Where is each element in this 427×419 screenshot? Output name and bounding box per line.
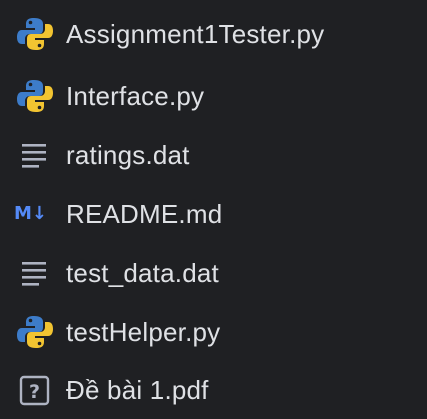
python-icon bbox=[14, 75, 56, 117]
file-name: testHelper.py bbox=[66, 317, 221, 347]
file-name: Interface.py bbox=[66, 81, 205, 111]
file-item-de-bai-pdf[interactable]: ? Đề bài 1.pdf bbox=[0, 361, 427, 419]
unknown-file-glyph: ? bbox=[29, 381, 40, 403]
file-name: Đề bài 1.pdf bbox=[66, 375, 209, 405]
file-name: test_data.dat bbox=[66, 258, 219, 288]
python-icon bbox=[14, 311, 56, 353]
project-file-list: Assignment1Tester.py Interface.py rating… bbox=[0, 0, 427, 412]
file-item-ratings[interactable]: ratings.dat bbox=[0, 126, 427, 184]
file-item-interface[interactable]: Interface.py bbox=[0, 67, 427, 125]
markdown-icon: M↓ bbox=[14, 203, 47, 224]
file-name: ratings.dat bbox=[66, 140, 190, 170]
file-item-readme[interactable]: M↓ README.md bbox=[0, 185, 427, 243]
file-item-testhelper[interactable]: testHelper.py bbox=[0, 303, 427, 361]
text-file-icon bbox=[14, 252, 56, 294]
unknown-file-icon: ? bbox=[14, 369, 56, 411]
file-name: Assignment1Tester.py bbox=[66, 19, 325, 49]
file-item-assignment1tester[interactable]: Assignment1Tester.py bbox=[0, 5, 427, 63]
file-item-test-data[interactable]: test_data.dat bbox=[0, 244, 427, 302]
text-file-icon bbox=[14, 134, 56, 176]
file-name: README.md bbox=[66, 199, 223, 229]
python-icon bbox=[14, 13, 56, 55]
